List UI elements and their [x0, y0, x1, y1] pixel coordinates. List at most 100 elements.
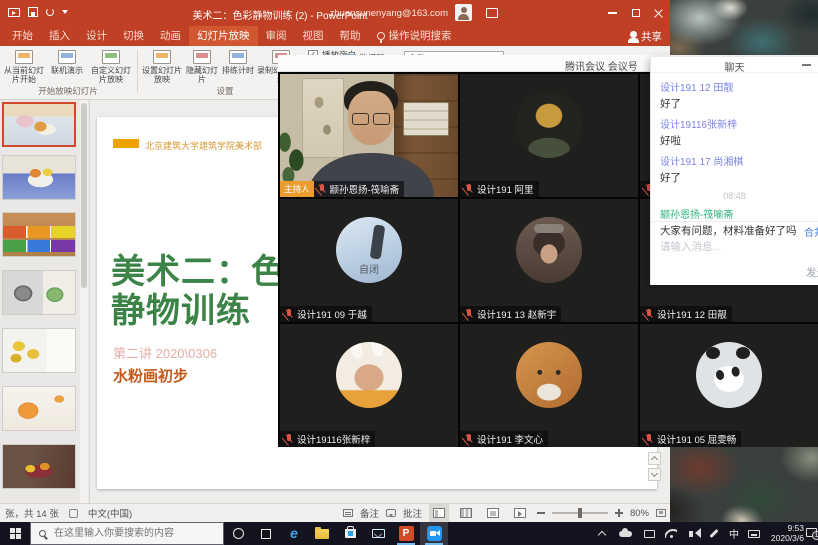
video-tile[interactable]: 设计19116张新梓: [280, 324, 458, 447]
slide-thumbnail-6[interactable]: [2, 386, 76, 431]
slideshow-icon[interactable]: [8, 8, 20, 17]
next-slide-button[interactable]: [648, 468, 661, 481]
mail-button[interactable]: [364, 522, 392, 545]
comments-button[interactable]: 批注: [403, 506, 422, 520]
fit-slide-icon[interactable]: [656, 509, 666, 517]
ribbon-display-options-icon[interactable]: [486, 8, 498, 18]
minimize-button[interactable]: [601, 0, 624, 26]
tab-slideshow[interactable]: 幻灯片放映: [189, 26, 258, 46]
cortana-button[interactable]: [224, 522, 252, 545]
undo-icon[interactable]: [46, 8, 54, 16]
slide-sorter-view-button[interactable]: [456, 504, 476, 522]
thumbnail-scrollbar[interactable]: [80, 100, 88, 503]
speaker-glasses: [351, 113, 391, 125]
qat-dropdown-caret[interactable]: [62, 10, 68, 17]
accessibility-icon[interactable]: [69, 509, 78, 518]
tab-insert[interactable]: 插入: [41, 26, 78, 46]
action-center-icon[interactable]: 1: [806, 528, 817, 537]
powerpoint-taskbar-button[interactable]: P: [392, 522, 420, 545]
scrollbar-thumb[interactable]: [81, 103, 87, 288]
edge-button[interactable]: e: [280, 522, 308, 545]
zoom-level[interactable]: 80%: [630, 508, 649, 519]
zoom-in-icon[interactable]: [615, 509, 623, 517]
button-label: 自定义幻灯片放映: [88, 66, 134, 84]
display-tray-button[interactable]: [638, 522, 660, 545]
merge-window-link[interactable]: 合并: [804, 224, 818, 239]
avatar: 自闭: [336, 217, 402, 283]
slideshow-view-button[interactable]: [510, 504, 530, 522]
share-button[interactable]: 共享: [630, 26, 662, 46]
video-tile[interactable]: 设计191 13 赵新宇: [460, 199, 638, 322]
user-avatar-icon[interactable]: [455, 4, 472, 21]
close-button[interactable]: [647, 0, 670, 26]
slide-thumbnail-5[interactable]: [2, 328, 76, 373]
tab-help[interactable]: 帮助: [332, 26, 369, 46]
avatar: [696, 342, 762, 408]
video-tile[interactable]: 设计191 李文心: [460, 324, 638, 447]
slide-thumbnail-2[interactable]: [2, 155, 76, 200]
tab-tell-me[interactable]: 操作说明搜索: [369, 26, 460, 46]
slide-thumbnail-4[interactable]: [2, 270, 76, 315]
screen: 美术二：色彩静物训练 (2) - PowerPoint zhuansunenya…: [0, 0, 818, 545]
meeting-taskbar-button[interactable]: [420, 522, 448, 545]
network-tray-button[interactable]: [660, 522, 682, 545]
file-explorer-button[interactable]: [308, 522, 336, 545]
tab-design[interactable]: 设计: [78, 26, 115, 46]
taskbar-search-box[interactable]: [30, 522, 224, 545]
muted-mic-icon: [465, 309, 473, 320]
slide-thumbnail-3[interactable]: [2, 212, 76, 257]
account-email[interactable]: zhuansunenyang@163.com: [330, 8, 448, 19]
tab-home[interactable]: 开始: [4, 26, 41, 46]
start-button[interactable]: [0, 522, 30, 545]
task-view-button[interactable]: [252, 522, 280, 545]
participant-name: 设计191 13 赵新宇: [477, 307, 556, 321]
setup-slideshow-button[interactable]: 设置幻灯片放映: [141, 48, 183, 92]
ime-label: 中: [729, 526, 739, 541]
touch-keyboard-button[interactable]: [744, 522, 764, 545]
reading-view-button[interactable]: [483, 504, 503, 522]
zoom-slider[interactable]: [552, 512, 608, 514]
zoom-slider-thumb[interactable]: [578, 508, 582, 518]
slide-thumbnail-7[interactable]: [2, 444, 76, 489]
tab-review[interactable]: 审阅: [258, 26, 295, 46]
avatar: [336, 342, 402, 408]
group-separator: [137, 50, 138, 92]
normal-view-button[interactable]: [429, 504, 449, 522]
org-name: 北京建筑大学建筑学院美术部: [145, 139, 262, 152]
chat-input[interactable]: 请输入消息...: [660, 239, 721, 254]
message-text: 好了: [660, 96, 809, 111]
store-button[interactable]: [336, 522, 364, 545]
muted-mic-icon: [465, 434, 473, 445]
volume-tray-button[interactable]: [682, 522, 704, 545]
send-button[interactable]: 发送: [806, 265, 818, 280]
video-tile[interactable]: 设计191 阿里: [460, 74, 638, 197]
taskbar: e P 中 9:53 2020/3/6 1: [0, 522, 818, 545]
video-tile[interactable]: 设计191 05 屈雯畅: [640, 324, 818, 447]
maximize-button[interactable]: [624, 0, 647, 26]
chat-title: 聊天: [651, 59, 818, 74]
link-tray-button[interactable]: [704, 522, 724, 545]
powerpoint-statusbar: 张，共 14 张 中文(中国) 备注 批注 80%: [0, 503, 670, 522]
button-label: 从当前幻灯片开始: [2, 66, 46, 84]
statusbar-right: 备注 批注 80%: [343, 504, 666, 522]
show-hidden-icons-button[interactable]: [592, 522, 612, 545]
slide-thumbnail-1[interactable]: [2, 102, 76, 147]
save-icon[interactable]: [28, 7, 38, 17]
notes-button[interactable]: 备注: [360, 506, 379, 520]
avatar-text: 自闭: [336, 261, 402, 276]
video-tile[interactable]: 自闭 设计191 09 于越: [280, 199, 458, 322]
language-indicator[interactable]: 中文(中国): [88, 506, 132, 520]
onedrive-tray-button[interactable]: [614, 522, 636, 545]
ime-indicator[interactable]: 中: [724, 522, 744, 545]
search-input[interactable]: [52, 527, 212, 540]
tab-transitions[interactable]: 切换: [115, 26, 152, 46]
zoom-out-icon[interactable]: [537, 512, 545, 514]
tab-view[interactable]: 视图: [295, 26, 332, 46]
chat-minimize-button[interactable]: [802, 59, 811, 69]
taskbar-clock[interactable]: 9:53 2020/3/6: [762, 524, 804, 543]
avatar: [516, 92, 582, 158]
previous-slide-button[interactable]: [648, 452, 661, 465]
button-label: 设置幻灯片放映: [141, 66, 183, 84]
tab-animations[interactable]: 动画: [152, 26, 189, 46]
video-tile-host[interactable]: 主持人 颛孙恩扬-筏喻斋: [280, 74, 458, 197]
